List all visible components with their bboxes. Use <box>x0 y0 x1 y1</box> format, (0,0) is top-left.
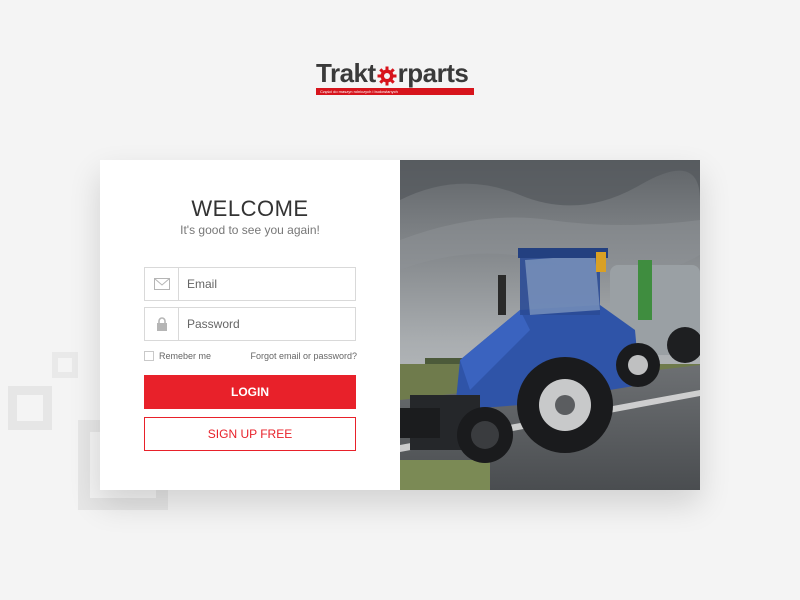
gear-icon <box>377 64 397 86</box>
brand-logo[interactable]: Trakt rparts Części do maszyn rolniczych… <box>316 60 476 96</box>
logo-wordmark: Trakt rparts <box>316 60 476 86</box>
logo-tagline: Części do maszyn rolniczych i budowlanyc… <box>320 89 398 94</box>
password-field-group <box>144 307 356 341</box>
decorative-square-small <box>52 352 78 378</box>
signup-button[interactable]: SIGN UP FREE <box>144 417 356 451</box>
password-input[interactable] <box>179 308 355 340</box>
forgot-password-link[interactable]: Forgot email or password? <box>250 351 357 361</box>
email-field-group <box>144 267 356 301</box>
tractor-image <box>400 160 700 490</box>
login-button[interactable]: LOGIN <box>144 375 356 409</box>
login-form: WELCOME It's good to see you again! Emai… <box>100 160 400 490</box>
remember-me-checkbox[interactable]: Remeber me <box>144 351 211 361</box>
tractor-photo-illustration <box>400 160 700 490</box>
email-input[interactable] <box>179 268 355 300</box>
envelope-icon <box>145 268 179 300</box>
login-card: WELCOME It's good to see you again! Emai… <box>100 160 700 490</box>
checkbox-box[interactable] <box>144 351 154 361</box>
lock-icon <box>145 308 179 340</box>
logo-text-part2: rparts <box>397 58 469 88</box>
welcome-heading: WELCOME <box>191 196 309 221</box>
decorative-square-medium <box>8 386 52 430</box>
welcome-subtitle: It's good to see you again! <box>180 223 320 237</box>
logo-text-part1: Trakt <box>316 58 376 88</box>
remember-me-label: Remeber me <box>159 351 212 361</box>
